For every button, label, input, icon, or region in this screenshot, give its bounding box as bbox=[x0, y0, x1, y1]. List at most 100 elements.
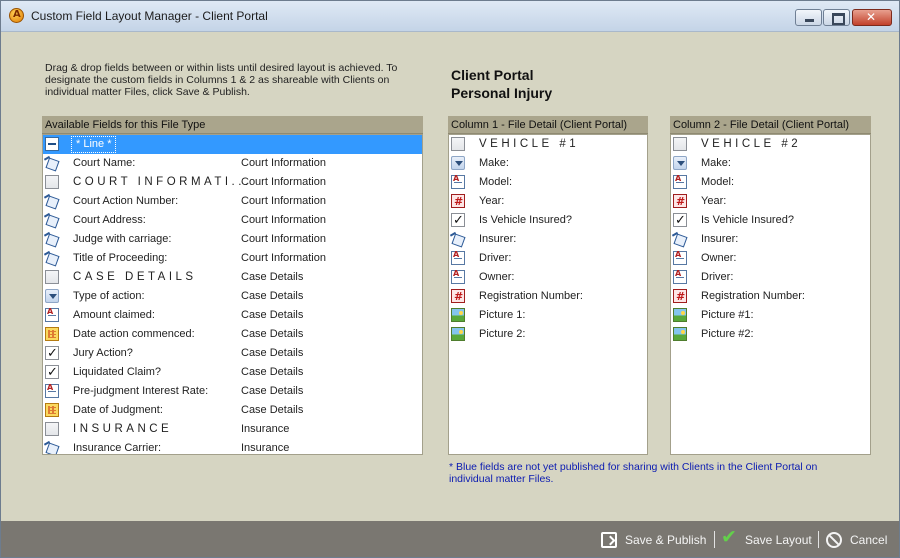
field-label: COURT INFORMATI... bbox=[73, 176, 252, 188]
column1-field-item[interactable]: Registration Number: bbox=[449, 287, 647, 306]
column-2-header: Column 2 - File Detail (Client Portal) bbox=[670, 116, 871, 134]
contact-icon bbox=[45, 213, 59, 227]
column2-field-item[interactable]: Owner: bbox=[671, 249, 870, 268]
dropdown-icon bbox=[45, 289, 59, 303]
column2-field-item[interactable]: Insurer: bbox=[671, 230, 870, 249]
text-icon bbox=[451, 173, 465, 189]
field-label: Type of action: bbox=[73, 290, 145, 302]
available-field-item[interactable]: Date of Judgment: Case Details bbox=[43, 401, 422, 420]
available-field-item[interactable]: Pre-judgment Interest Rate: Case Details bbox=[43, 382, 422, 401]
available-field-item[interactable]: Type of action: Case Details bbox=[43, 287, 422, 306]
available-field-item[interactable]: Jury Action? Case Details bbox=[43, 344, 422, 363]
column1-field-item[interactable]: Driver: bbox=[449, 249, 647, 268]
number-icon bbox=[673, 287, 687, 306]
minimize-button[interactable] bbox=[795, 9, 822, 26]
available-field-item[interactable]: Amount claimed: Case Details bbox=[43, 306, 422, 325]
column2-field-item[interactable]: Picture #2: bbox=[671, 325, 870, 344]
available-field-item[interactable]: CASE DETAILS Case Details bbox=[43, 268, 422, 287]
column1-field-item[interactable]: Picture 2: bbox=[449, 325, 647, 344]
title-bar[interactable]: Custom Field Layout Manager - Client Por… bbox=[1, 1, 899, 32]
save-layout-label: Save Layout bbox=[745, 533, 812, 547]
available-field-item[interactable]: Judge with carriage: Court Information bbox=[43, 230, 422, 249]
field-label: Make: bbox=[479, 157, 509, 169]
column1-field-item[interactable]: VEHICLE #1 bbox=[449, 135, 647, 154]
column1-field-item[interactable]: Is Vehicle Insured? bbox=[449, 211, 647, 230]
column-1-list[interactable]: VEHICLE #1 Make: Model: Year: Is Vehicle Ins… bbox=[448, 134, 648, 455]
field-label: Registration Number: bbox=[479, 290, 583, 302]
available-field-item[interactable]: * Line * bbox=[43, 135, 422, 154]
available-field-item[interactable]: Court Name: Court Information bbox=[43, 154, 422, 173]
available-field-item[interactable]: Date action commenced: Case Details bbox=[43, 325, 422, 344]
field-label: Date action commenced: bbox=[73, 328, 195, 340]
field-category: Case Details bbox=[241, 385, 304, 397]
close-button[interactable] bbox=[852, 9, 892, 26]
picture-icon bbox=[451, 327, 465, 341]
column2-field-item[interactable]: Year: bbox=[671, 192, 870, 211]
available-field-item[interactable]: Insurance Carrier: Insurance bbox=[43, 439, 422, 454]
available-field-item[interactable]: Liquidated Claim? Case Details bbox=[43, 363, 422, 382]
column1-field-item[interactable]: Owner: bbox=[449, 268, 647, 287]
column2-field-item[interactable]: Registration Number: bbox=[671, 287, 870, 306]
field-label: Make: bbox=[701, 157, 731, 169]
checkbox-icon bbox=[673, 137, 687, 151]
field-label: Owner: bbox=[701, 252, 737, 264]
field-label: Registration Number: bbox=[701, 290, 805, 302]
text-icon bbox=[673, 249, 687, 265]
portal-heading-line-2: Personal Injury bbox=[451, 85, 553, 101]
field-category: Case Details bbox=[241, 271, 304, 283]
contact-icon bbox=[451, 232, 465, 246]
field-label: Amount claimed: bbox=[73, 309, 155, 321]
column1-field-item[interactable]: Insurer: bbox=[449, 230, 647, 249]
field-category: Insurance bbox=[241, 423, 290, 435]
column2-field-item[interactable]: Is Vehicle Insured? bbox=[671, 211, 870, 230]
checkbox-icon bbox=[451, 137, 465, 151]
dialog-body: Drag & drop fields between or within lis… bbox=[9, 32, 891, 521]
field-label: Model: bbox=[701, 176, 735, 188]
available-field-item[interactable]: Title of Proceeding: Court Information bbox=[43, 249, 422, 268]
available-field-item[interactable]: Court Address: Court Information bbox=[43, 211, 422, 230]
field-category: Case Details bbox=[241, 347, 304, 359]
field-category: Court Information bbox=[241, 157, 326, 169]
date-icon bbox=[45, 327, 59, 341]
column1-field-item[interactable]: Year: bbox=[449, 192, 647, 211]
cancel-label: Cancel bbox=[850, 533, 888, 547]
field-category: Court Information bbox=[241, 176, 326, 188]
app-logo-icon bbox=[9, 8, 24, 23]
field-label: Pre-judgment Interest Rate: bbox=[73, 385, 209, 397]
number-icon bbox=[673, 192, 687, 211]
available-fields-list[interactable]: * Line * Court Name: Court Information COUR… bbox=[42, 134, 423, 455]
column1-field-item[interactable]: Make: bbox=[449, 154, 647, 173]
column2-field-item[interactable]: VEHICLE #2 bbox=[671, 135, 870, 154]
field-label: Insurance Carrier: bbox=[73, 442, 162, 454]
field-category: Case Details bbox=[241, 309, 304, 321]
available-field-item[interactable]: Court Action Number: Court Information bbox=[43, 192, 422, 211]
column1-field-item[interactable]: Model: bbox=[449, 173, 647, 192]
available-field-item[interactable]: INSURANCE Insurance bbox=[43, 420, 422, 439]
line-icon bbox=[45, 137, 59, 151]
column1-field-item[interactable]: Picture 1: bbox=[449, 306, 647, 325]
column2-field-item[interactable]: Model: bbox=[671, 173, 870, 192]
text-icon bbox=[673, 173, 687, 189]
text-icon bbox=[45, 306, 59, 322]
footer-separator bbox=[714, 531, 715, 548]
field-label: Picture #2: bbox=[701, 328, 754, 340]
field-label: Insurer: bbox=[479, 233, 517, 245]
available-field-item[interactable]: COURT INFORMATI... Court Information bbox=[43, 173, 422, 192]
field-label: Court Name: bbox=[73, 157, 136, 169]
field-label: Picture 1: bbox=[479, 309, 526, 321]
field-label: Liquidated Claim? bbox=[73, 366, 162, 378]
checkbox-icon bbox=[45, 270, 59, 284]
dropdown-icon bbox=[451, 156, 465, 170]
checkbox-icon bbox=[45, 422, 59, 436]
checked-icon bbox=[673, 211, 687, 230]
maximize-button[interactable] bbox=[823, 9, 850, 26]
field-label: Model: bbox=[479, 176, 513, 188]
field-label: Title of Proceeding: bbox=[73, 252, 168, 264]
column2-field-item[interactable]: Picture #1: bbox=[671, 306, 870, 325]
contact-icon bbox=[45, 441, 59, 454]
column2-field-item[interactable]: Make: bbox=[671, 154, 870, 173]
column-2-list[interactable]: VEHICLE #2 Make: Model: Year: Is Vehicle Ins… bbox=[670, 134, 871, 455]
column2-field-item[interactable]: Driver: bbox=[671, 268, 870, 287]
field-label: Is Vehicle Insured? bbox=[701, 214, 794, 226]
contact-icon bbox=[45, 194, 59, 208]
